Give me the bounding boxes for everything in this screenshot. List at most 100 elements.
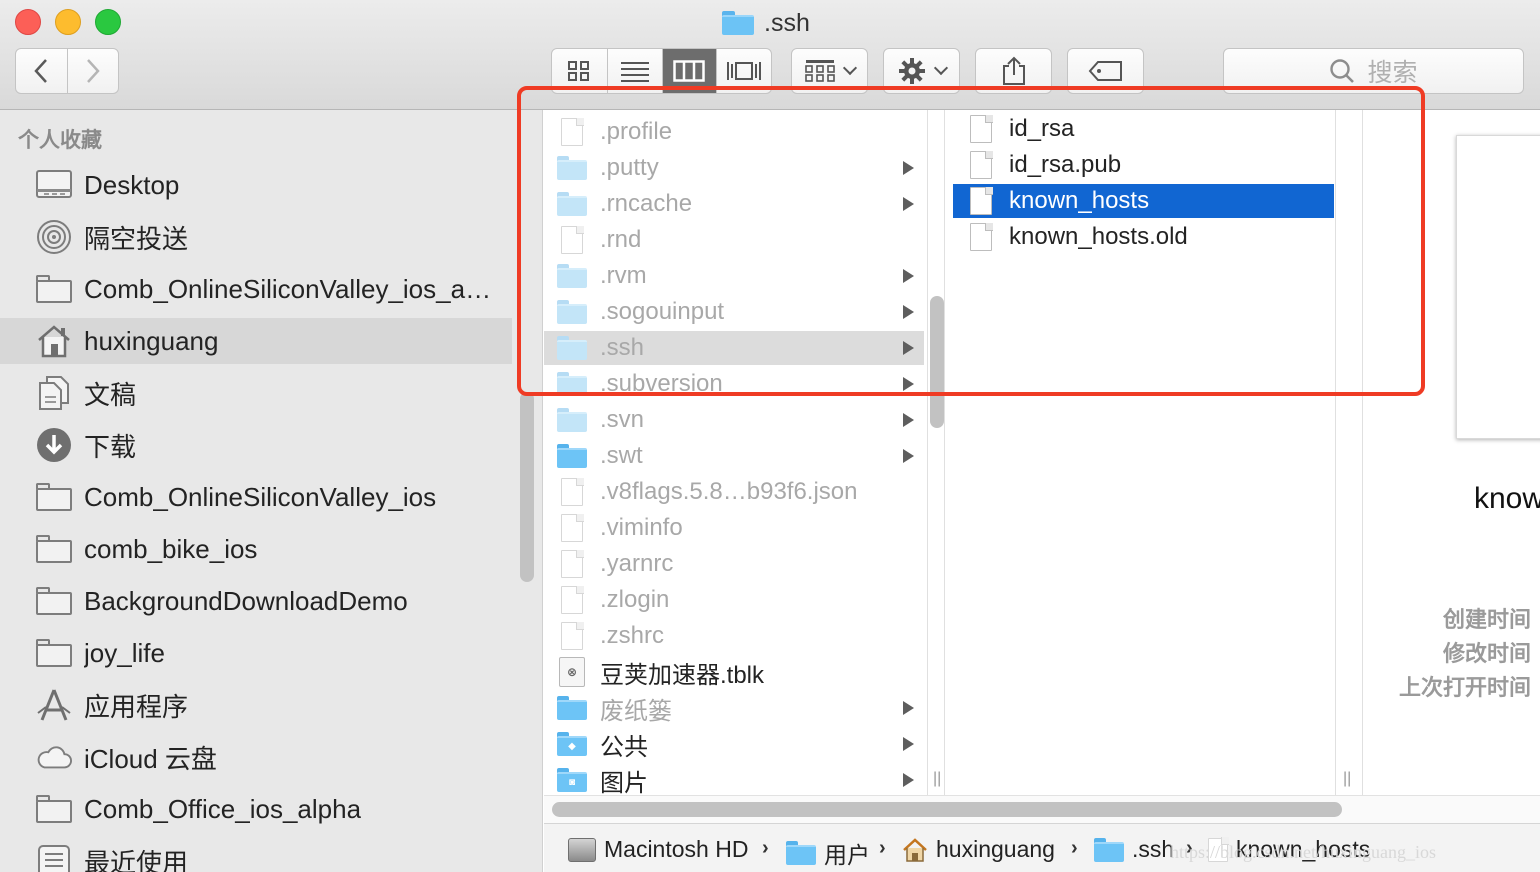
share-button[interactable] [975,48,1052,94]
list-item[interactable]: .subversion [544,367,924,401]
list-item[interactable]: .rvm [544,259,924,293]
sidebar-item-airdrop[interactable]: 隔空投送 [0,214,512,260]
list-item[interactable]: .v8flags.5.8…b93f6.json [544,475,924,509]
path-separator-icon: › [879,837,886,859]
folder-icon [36,583,72,619]
column-scrollbar[interactable] [930,296,944,428]
column-view-button[interactable] [661,49,717,93]
folder-icon [556,333,588,363]
airdrop-icon [36,219,72,255]
arrange-button[interactable] [791,48,868,94]
list-item[interactable]: .svn [544,403,924,437]
path-separator-icon: › [762,837,769,859]
view-mode-group [551,48,772,94]
list-item[interactable]: ⊗ 豆荚加速器.tblk [544,655,924,689]
path-item-users[interactable]: 用户 [786,836,870,870]
sidebar-item-desktop[interactable]: Desktop [0,162,512,208]
sidebar-item-icloud-drive[interactable]: iCloud 云盘 [0,734,512,780]
list-item[interactable]: ◆ 公共 [544,727,924,761]
folder-icon [556,153,588,183]
tags-button[interactable] [1067,48,1144,94]
sidebar-item-documents[interactable]: 文稿 [0,370,512,416]
desktop-icon [36,167,72,203]
gear-icon [898,58,925,84]
list-item[interactable]: .putty [544,151,924,185]
search-field[interactable]: 搜索 [1223,48,1524,94]
sidebar-heading-favorites: 个人收藏 [18,129,102,152]
recents-icon [36,843,72,872]
icon-view-button[interactable] [552,49,607,93]
list-item[interactable]: .sogouinput [544,295,924,329]
list-item[interactable]: .zlogin [544,583,924,617]
column-resize-handle[interactable]: || [933,770,941,788]
action-button[interactable] [883,48,960,94]
chevron-down-icon [842,60,857,76]
forward-button[interactable] [66,49,119,93]
tag-icon [1088,61,1122,81]
sidebar-item-recents[interactable]: 最近使用 [0,838,512,872]
sidebar-item-huxinguang[interactable]: huxinguang [0,318,512,364]
document-icon [556,585,588,615]
sidebar-item-applications[interactable]: 应用程序 [0,682,512,728]
path-item-home[interactable]: huxinguang [902,836,1055,863]
sidebar-item-downloads[interactable]: 下载 [0,422,512,468]
list-item[interactable]: id_rsa [953,112,1334,146]
document-icon [556,513,588,543]
sidebar-item-backgrounddownloaddemo[interactable]: BackgroundDownloadDemo [0,578,512,624]
list-item[interactable]: ◙ 图片 [544,763,924,795]
disclosure-arrow-icon [903,377,914,391]
horizontal-scrollbar[interactable] [544,795,1540,823]
list-item[interactable]: .swt [544,439,924,473]
list-item-known-hosts-selected[interactable]: known_hosts [953,184,1334,218]
sidebar-item-joy-life[interactable]: joy_life [0,630,512,676]
column-ssh: id_rsa id_rsa.pub known_hosts known_host… [953,110,1335,795]
home-icon [36,323,72,359]
close-window-button[interactable] [15,9,41,35]
documents-icon [36,375,72,411]
path-item-ssh[interactable]: .ssh [1094,836,1174,863]
minimize-window-button[interactable] [55,9,81,35]
disclosure-arrow-icon [903,737,914,751]
document-icon [965,222,997,252]
sidebar-item-comb-onlinesiliconvalley-ios-al[interactable]: Comb_OnlineSiliconValley_ios_al… [0,266,512,312]
disclosure-arrow-icon [903,449,914,463]
list-item-ssh-selected[interactable]: .ssh [544,331,924,365]
column-divider[interactable] [944,110,953,795]
zoom-window-button[interactable] [95,9,121,35]
sidebar-item-comb-onlinesiliconvalley-ios[interactable]: Comb_OnlineSiliconValley_ios [0,474,512,520]
column-home: .profile .putty .rncache .rnd .rvm .sogo… [544,110,928,795]
path-item-macintosh-hd[interactable]: Macintosh HD [568,836,748,863]
folder-icon [1094,837,1124,862]
disclosure-arrow-icon [903,197,914,211]
gallery-view-button[interactable] [716,49,771,93]
document-icon [556,225,588,255]
home-icon [902,837,928,862]
meta-created-label: 创建时间 [1442,607,1531,632]
list-item[interactable]: .viminfo [544,511,924,545]
sidebar-item-comb-bike-ios[interactable]: comb_bike_ios [0,526,512,572]
folder-icon [556,297,588,327]
list-item[interactable]: 废纸篓 [544,691,924,725]
list-item[interactable]: .rncache [544,187,924,221]
downloads-icon [36,427,72,463]
column-resize-handle[interactable]: || [1343,770,1351,788]
list-item[interactable]: .yarnrc [544,547,924,581]
column-divider[interactable] [1335,110,1363,795]
back-button[interactable] [16,49,67,93]
list-view-button[interactable] [606,49,662,93]
sidebar-item-comb-office-ios-alpha[interactable]: Comb_Office_ios_alpha [0,786,512,832]
list-item[interactable]: .profile [544,115,924,149]
list-item[interactable]: known_hosts.old [953,220,1334,254]
list-item[interactable]: .rnd [544,223,924,257]
chevron-left-icon [34,59,48,83]
list-item[interactable]: id_rsa.pub [953,148,1334,182]
chevron-down-icon [933,60,948,76]
sidebar-scrollbar[interactable] [520,392,534,582]
document-icon [965,150,997,180]
folder-icon [36,635,72,671]
horizontal-scroll-thumb[interactable] [552,802,1342,817]
document-icon [556,477,588,507]
public-folder-icon: ◆ [556,729,588,759]
disclosure-arrow-icon [903,773,914,787]
list-item[interactable]: .zshrc [544,619,924,653]
